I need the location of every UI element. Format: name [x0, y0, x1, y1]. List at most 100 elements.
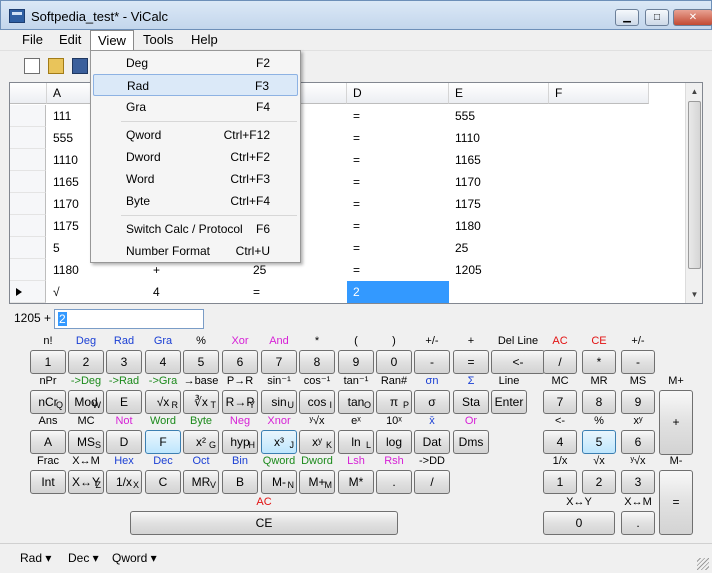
grid-cell[interactable]: 1170 [449, 171, 549, 193]
numpad-key-button[interactable]: 5 [582, 430, 616, 454]
numpad-key-button[interactable]: 7 [543, 390, 577, 414]
grid-cell[interactable] [549, 149, 649, 171]
menu-item-deg[interactable]: Deg F2 [93, 52, 298, 74]
key-8-button[interactable]: 8 [299, 350, 335, 374]
grid-cell[interactable]: 1205 [449, 259, 549, 281]
new-file-icon[interactable] [24, 58, 40, 74]
menu-item-dword[interactable]: Dword Ctrl+F2 [93, 146, 298, 168]
key--button[interactable]: / [414, 470, 450, 494]
key-3-button[interactable]: 3 [106, 350, 142, 374]
key--button[interactable]: <- [491, 350, 545, 374]
numpad-key-button[interactable]: 6 [621, 430, 655, 454]
scroll-down-arrow-icon[interactable]: ▼ [686, 286, 702, 303]
menu-edit[interactable]: Edit [52, 30, 88, 50]
key-4-button[interactable]: 4 [145, 350, 181, 374]
key-mod-button[interactable]: Mod W [68, 390, 104, 414]
open-folder-icon[interactable] [48, 58, 64, 74]
key-rp-button[interactable]: R→P Y [222, 390, 258, 414]
menu-item-number-format[interactable]: Number Format Ctrl+U [93, 240, 298, 262]
key-m-button[interactable]: M+ M [299, 470, 335, 494]
grid-cell[interactable]: = [347, 149, 449, 171]
row-header[interactable] [10, 215, 46, 237]
grid-cell[interactable]: 2 [347, 281, 449, 303]
column-header-e[interactable]: E [449, 83, 549, 104]
close-button[interactable]: ✕ [673, 9, 712, 26]
numpad-key-button[interactable]: 2 [582, 470, 616, 494]
grid-cell[interactable]: 4 [147, 281, 247, 303]
key-f-button[interactable]: F [145, 430, 181, 454]
key--button[interactable]: . [376, 470, 412, 494]
key-x-button[interactable]: x² G [183, 430, 219, 454]
resize-grip[interactable] [697, 558, 709, 570]
grid-cell[interactable]: 555 [449, 105, 549, 127]
key-d-button[interactable]: D [106, 430, 142, 454]
key-x-button[interactable]: √x R [145, 390, 181, 414]
word-size-dropdown[interactable]: Qword ▾ [112, 551, 157, 565]
key-ms-button[interactable]: MS S [68, 430, 104, 454]
grid-cell[interactable]: 1110 [449, 127, 549, 149]
key-m-button[interactable]: M- N [261, 470, 297, 494]
key-a-button[interactable]: A [30, 430, 66, 454]
key-mr-button[interactable]: MR V [183, 470, 219, 494]
row-header[interactable] [10, 171, 46, 193]
numpad-plus-button[interactable]: + [659, 390, 693, 455]
grid-cell[interactable]: = [347, 127, 449, 149]
numpad-key-button[interactable]: - [621, 350, 655, 374]
grid-cell[interactable]: = [347, 193, 449, 215]
menu-item-gra[interactable]: Gra F4 [93, 96, 298, 118]
grid-cell[interactable]: 1165 [449, 149, 549, 171]
row-header[interactable] [10, 127, 46, 149]
grid-cell[interactable] [549, 281, 649, 303]
expression-input[interactable]: 2 [54, 309, 204, 329]
key-0-button[interactable]: 0 [376, 350, 412, 374]
row-header[interactable] [10, 105, 46, 127]
grid-cell[interactable]: = [347, 105, 449, 127]
key-1x-button[interactable]: 1/x X [106, 470, 142, 494]
grid-cell[interactable]: 1175 [449, 193, 549, 215]
key-5-button[interactable]: 5 [183, 350, 219, 374]
angle-mode-dropdown[interactable]: Rad ▾ [20, 551, 51, 565]
row-header[interactable] [10, 281, 46, 303]
grid-cell[interactable] [549, 259, 649, 281]
grid-cell[interactable] [549, 215, 649, 237]
key-1-button[interactable]: 1 [30, 350, 66, 374]
key-cos-button[interactable]: cos I [299, 390, 335, 414]
key-6-button[interactable]: 6 [222, 350, 258, 374]
grid-cell[interactable]: = [347, 237, 449, 259]
key-sta-button[interactable]: Sta [453, 390, 489, 414]
scroll-up-arrow-icon[interactable]: ▲ [686, 83, 702, 100]
menu-view[interactable]: View [90, 30, 134, 50]
key--button[interactable]: πP [376, 390, 412, 414]
key-xy-button[interactable]: X↔Y Z [68, 470, 104, 494]
row-header[interactable] [10, 193, 46, 215]
key-log-button[interactable]: log [376, 430, 412, 454]
clear-entry-button[interactable]: CE [130, 511, 398, 535]
key-int-button[interactable]: Int [30, 470, 66, 494]
numpad-key-button[interactable]: / [543, 350, 577, 374]
grid-vertical-scrollbar[interactable]: ▲ ▼ [685, 83, 702, 303]
numpad-key-button[interactable]: * [582, 350, 616, 374]
grid-cell[interactable]: = [347, 215, 449, 237]
key-ln-button[interactable]: ln L [338, 430, 374, 454]
grid-cell[interactable] [549, 127, 649, 149]
key--button[interactable]: - [414, 350, 450, 374]
grid-cell[interactable] [549, 237, 649, 259]
numpad-equals-button[interactable]: = [659, 470, 693, 535]
menu-item-byte[interactable]: Byte Ctrl+F4 [93, 190, 298, 212]
key-9-button[interactable]: 9 [338, 350, 374, 374]
menu-file[interactable]: File [15, 30, 50, 50]
numpad-key-button[interactable]: 9 [621, 390, 655, 414]
grid-cell[interactable]: 25 [449, 237, 549, 259]
grid-cell[interactable]: 1180 [449, 215, 549, 237]
key-e-button[interactable]: E [106, 390, 142, 414]
key--button[interactable]: σ [414, 390, 450, 414]
grid-cell[interactable] [549, 171, 649, 193]
key-x-button[interactable]: ∛x T [183, 390, 219, 414]
column-header-f[interactable]: F [549, 83, 649, 104]
minimize-button[interactable]: ▁ [615, 9, 639, 26]
key-x-button[interactable]: xʸ K [299, 430, 335, 454]
key-2-button[interactable]: 2 [68, 350, 104, 374]
key-7-button[interactable]: 7 [261, 350, 297, 374]
column-header-d[interactable]: D [347, 83, 449, 104]
key-sin-button[interactable]: sin U [261, 390, 297, 414]
